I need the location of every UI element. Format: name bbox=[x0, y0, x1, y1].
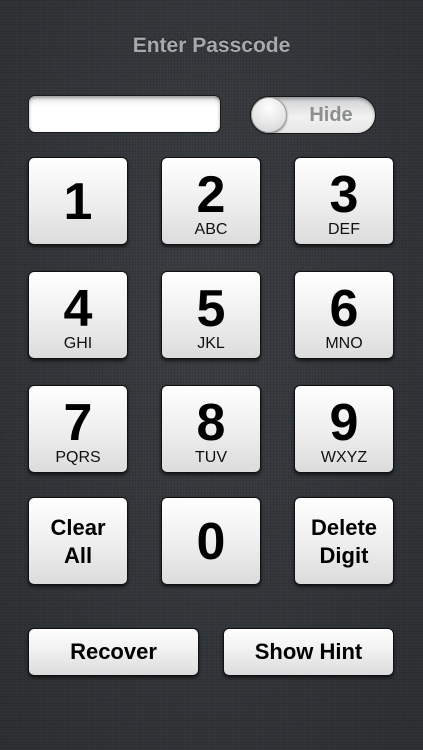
toggle-knob[interactable] bbox=[251, 97, 287, 133]
key-digit: 9 bbox=[329, 394, 359, 452]
hide-toggle[interactable]: Hide bbox=[250, 96, 376, 134]
key-5[interactable]: 5 JKL bbox=[161, 271, 261, 359]
key-digit: 1 bbox=[63, 173, 93, 231]
key-digit: 2 bbox=[196, 166, 226, 224]
hide-toggle-label: Hide bbox=[309, 104, 353, 126]
key-2[interactable]: 2 ABC bbox=[161, 157, 261, 245]
key-letters: ABC bbox=[194, 221, 228, 238]
key-6[interactable]: 6 MNO bbox=[294, 271, 394, 359]
page-title: Enter Passcode bbox=[132, 34, 291, 57]
key-digit: 4 bbox=[63, 280, 93, 338]
key-3[interactable]: 3 DEF bbox=[294, 157, 394, 245]
key-digit: 3 bbox=[329, 166, 359, 224]
key-digit: 0 bbox=[196, 513, 226, 571]
key-4[interactable]: 4 GHI bbox=[28, 271, 128, 359]
delete-digit-button[interactable]: Delete Digit bbox=[294, 497, 394, 585]
delete-digit-label: Delete Digit bbox=[310, 515, 378, 568]
key-digit: 8 bbox=[196, 394, 226, 452]
key-letters: TUV bbox=[195, 449, 227, 466]
clear-all-label: Clear All bbox=[50, 515, 106, 568]
key-letters: GHI bbox=[63, 335, 93, 352]
key-digit: 5 bbox=[196, 280, 226, 338]
recover-button[interactable]: Recover bbox=[28, 628, 199, 676]
key-letters: WXYZ bbox=[320, 449, 368, 466]
key-letters: MNO bbox=[325, 335, 363, 352]
key-8[interactable]: 8 TUV bbox=[161, 385, 261, 473]
show-hint-button[interactable]: Show Hint bbox=[223, 628, 394, 676]
key-7[interactable]: 7 PQRS bbox=[28, 385, 128, 473]
key-letters: PQRS bbox=[55, 449, 101, 466]
key-9[interactable]: 9 WXYZ bbox=[294, 385, 394, 473]
key-digit: 6 bbox=[329, 280, 359, 338]
key-letters: JKL bbox=[197, 335, 225, 352]
clear-all-button[interactable]: Clear All bbox=[28, 497, 128, 585]
key-0[interactable]: 0 bbox=[161, 497, 261, 585]
key-digit: 7 bbox=[63, 394, 93, 452]
key-letters: DEF bbox=[328, 221, 360, 238]
key-1[interactable]: 1 bbox=[28, 157, 128, 245]
passcode-input[interactable] bbox=[28, 95, 221, 133]
